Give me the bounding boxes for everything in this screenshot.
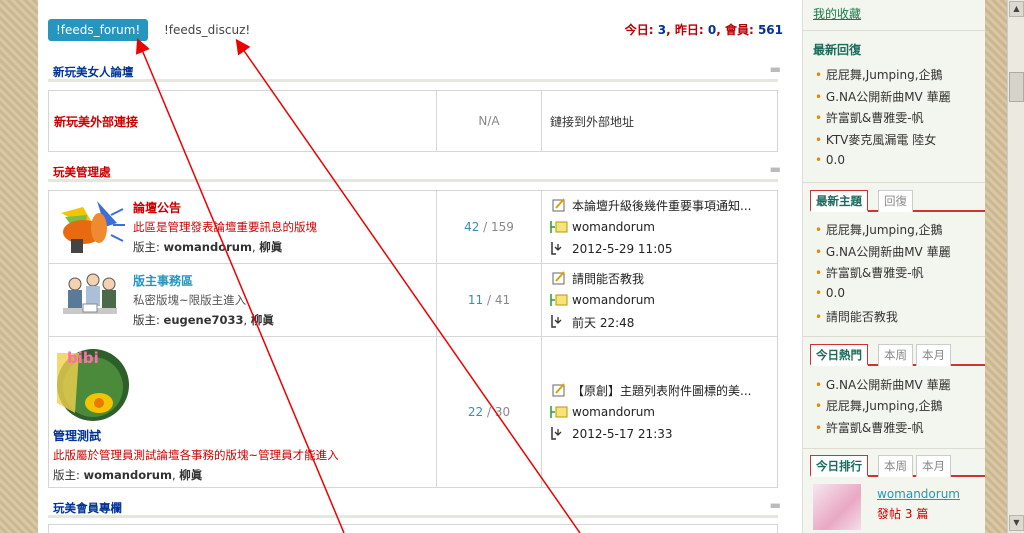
annotation-arrow xyxy=(135,38,345,533)
annotation-arrow xyxy=(235,38,581,533)
annotation-arrows xyxy=(135,38,581,533)
